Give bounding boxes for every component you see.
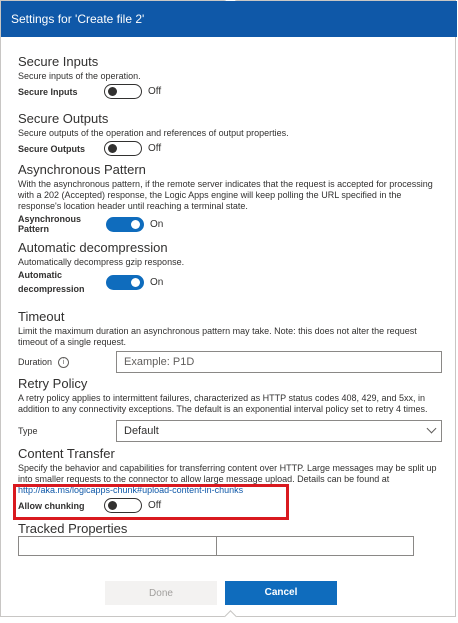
duration-input[interactable]: Example: P1D (116, 351, 442, 373)
retry-type-dropdown[interactable]: Default (116, 420, 442, 442)
decompression-toggle[interactable] (106, 274, 144, 290)
timeout-section: Timeout Limit the maximum duration an as… (18, 309, 443, 373)
section-title: Automatic decompression (18, 240, 168, 255)
tracked-property-key-input[interactable] (19, 537, 216, 555)
toggle-label: Automatic decompression (18, 270, 85, 294)
section-description: A retry policy applies to intermittent f… (18, 393, 428, 414)
info-icon[interactable]: i (58, 356, 70, 368)
async-pattern-section: Asynchronous Pattern With the asynchrono… (18, 162, 443, 234)
section-title: Timeout (18, 309, 65, 324)
settings-panel: Settings for 'Create file 2' Secure Inpu… (0, 0, 457, 623)
done-button[interactable]: Done (105, 581, 217, 605)
dialog-title: Settings for 'Create file 2' (11, 12, 145, 26)
toggle-label: Secure Outputs (18, 143, 86, 154)
tracked-property-value-input[interactable] (215, 537, 414, 555)
section-title: Retry Policy (18, 376, 88, 391)
toggle-label: Secure Inputs (18, 86, 78, 97)
section-description: Secure outputs of the operation and refe… (18, 128, 289, 138)
secure-outputs-section: Secure Outputs Secure outputs of the ope… (18, 111, 443, 156)
decompression-section: Automatic decompression Automatically de… (18, 240, 443, 296)
section-title: Content Transfer (18, 446, 115, 461)
section-description: With the asynchronous pattern, if the re… (18, 179, 433, 211)
toggle-label: Asynchronous Pattern (18, 214, 82, 234)
section-description: Limit the maximum duration an asynchrono… (18, 326, 417, 347)
retry-type-value: Default (124, 425, 159, 437)
callout-caret-bottom (224, 610, 237, 623)
secure-inputs-section: Secure Inputs Secure inputs of the opera… (18, 54, 443, 99)
async-pattern-toggle[interactable] (106, 216, 144, 232)
field-label: Duration i (18, 356, 116, 368)
dialog-header: Settings for 'Create file 2' (1, 1, 457, 37)
section-title: Secure Inputs (18, 54, 99, 69)
section-description: Specify the behavior and capabilities fo… (18, 463, 437, 484)
secure-inputs-toggle[interactable] (104, 84, 142, 99)
toggle-state: Off (148, 86, 162, 97)
chevron-down-icon (426, 423, 437, 434)
section-title: Secure Outputs (18, 111, 109, 126)
section-description: Automatically decompress gzip response. (18, 257, 185, 267)
toggle-state: On (150, 276, 164, 288)
section-title: Asynchronous Pattern (18, 162, 146, 177)
highlight-box (13, 484, 289, 520)
cancel-button[interactable]: Cancel (225, 581, 337, 605)
secure-outputs-toggle[interactable] (104, 141, 142, 156)
retry-policy-section: Retry Policy A retry policy applies to i… (18, 376, 443, 442)
tracked-properties-grid (18, 536, 414, 556)
toggle-state: Off (148, 143, 162, 154)
type-label: Type (18, 426, 38, 436)
section-description: Secure inputs of the operation. (18, 71, 141, 81)
section-title: Tracked Properties (18, 521, 128, 536)
duration-label: Duration (18, 357, 53, 367)
toggle-state: On (150, 218, 164, 230)
tracked-properties-section: Tracked Properties (18, 521, 443, 537)
